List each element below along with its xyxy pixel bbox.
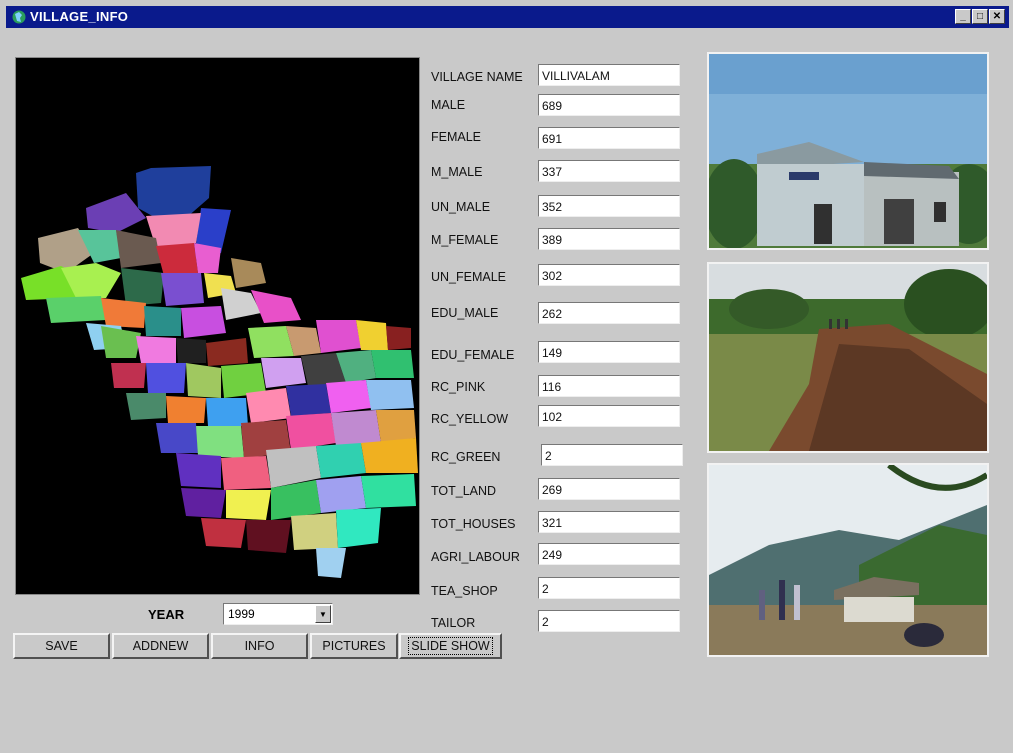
app-globe-icon xyxy=(12,10,26,24)
un-female-label: UN_FEMALE xyxy=(431,270,507,284)
minimize-button[interactable]: _ xyxy=(955,9,971,24)
m-female-label: M_FEMALE xyxy=(431,233,499,247)
window-title: VILLAGE_INFO xyxy=(30,9,129,24)
addnew-button[interactable]: ADDNEW xyxy=(112,633,209,659)
photo-school-building[interactable] xyxy=(707,52,989,250)
slideshow-button-label: SLIDE SHOW xyxy=(408,637,493,655)
rc-yellow-label: RC_YELLOW xyxy=(431,412,509,426)
village-name-label: VILLAGE NAME xyxy=(431,70,523,84)
window-controls: _ □ ✕ xyxy=(955,9,1005,24)
info-button[interactable]: INFO xyxy=(211,633,308,659)
edu-female-label: EDU_FEMALE xyxy=(431,348,515,362)
rc-green-field[interactable]: 2 xyxy=(541,444,683,466)
pictures-button[interactable]: PICTURES xyxy=(310,633,398,659)
male-field[interactable]: 689 xyxy=(538,94,680,116)
rc-pink-label: RC_PINK xyxy=(431,380,486,394)
region-map[interactable] xyxy=(15,57,420,595)
agri-labour-field[interactable]: 249 xyxy=(538,543,680,565)
edu-male-field[interactable]: 262 xyxy=(538,302,680,324)
un-female-field[interactable]: 302 xyxy=(538,264,680,286)
photo-hut-village[interactable] xyxy=(707,463,989,657)
tot-land-field[interactable]: 269 xyxy=(538,478,680,500)
male-label: MALE xyxy=(431,98,466,112)
addnew-button-label: ADDNEW xyxy=(132,639,189,653)
edu-male-label: EDU_MALE xyxy=(431,306,499,320)
photo-rocky-field[interactable] xyxy=(707,262,989,453)
tea-shop-field[interactable]: 2 xyxy=(538,577,680,599)
tot-houses-label: TOT_HOUSES xyxy=(431,517,516,531)
tea-shop-label: TEA_SHOP xyxy=(431,584,498,598)
m-male-field[interactable]: 337 xyxy=(538,160,680,182)
tailor-field[interactable]: 2 xyxy=(538,610,680,632)
pictures-button-label: PICTURES xyxy=(322,639,386,653)
rc-yellow-field[interactable]: 102 xyxy=(538,405,680,427)
tailor-label: TAILOR xyxy=(431,616,476,630)
edu-female-field[interactable]: 149 xyxy=(538,341,680,363)
maximize-button[interactable]: □ xyxy=(972,9,988,24)
un-male-field[interactable]: 352 xyxy=(538,195,680,217)
female-field[interactable]: 691 xyxy=(538,127,680,149)
rc-pink-field[interactable]: 116 xyxy=(538,375,680,397)
chevron-down-icon[interactable]: ▼ xyxy=(315,605,331,623)
year-value: 1999 xyxy=(228,607,255,621)
info-button-label: INFO xyxy=(244,639,275,653)
m-male-label: M_MALE xyxy=(431,165,483,179)
hut-village-photo-icon xyxy=(709,465,987,655)
agri-labour-label: AGRI_LABOUR xyxy=(431,550,520,564)
m-female-field[interactable]: 389 xyxy=(538,228,680,250)
female-label: FEMALE xyxy=(431,130,482,144)
region-map-icon xyxy=(21,166,418,578)
tot-land-label: TOT_LAND xyxy=(431,484,497,498)
village-name-field[interactable]: VILLIVALAM xyxy=(538,64,680,86)
un-male-label: UN_MALE xyxy=(431,200,491,214)
year-label: YEAR xyxy=(148,607,185,622)
close-button[interactable]: ✕ xyxy=(989,9,1005,24)
school-building-photo-icon xyxy=(709,54,987,248)
slideshow-button[interactable]: SLIDE SHOW xyxy=(399,633,502,659)
rc-green-label: RC_GREEN xyxy=(431,450,501,464)
rocky-field-photo-icon xyxy=(709,264,987,451)
year-select[interactable]: 1999 ▼ xyxy=(223,603,333,625)
title-bar: VILLAGE_INFO _ □ ✕ xyxy=(6,6,1009,28)
save-button-label: SAVE xyxy=(45,639,78,653)
save-button[interactable]: SAVE xyxy=(13,633,110,659)
tot-houses-field[interactable]: 321 xyxy=(538,511,680,533)
